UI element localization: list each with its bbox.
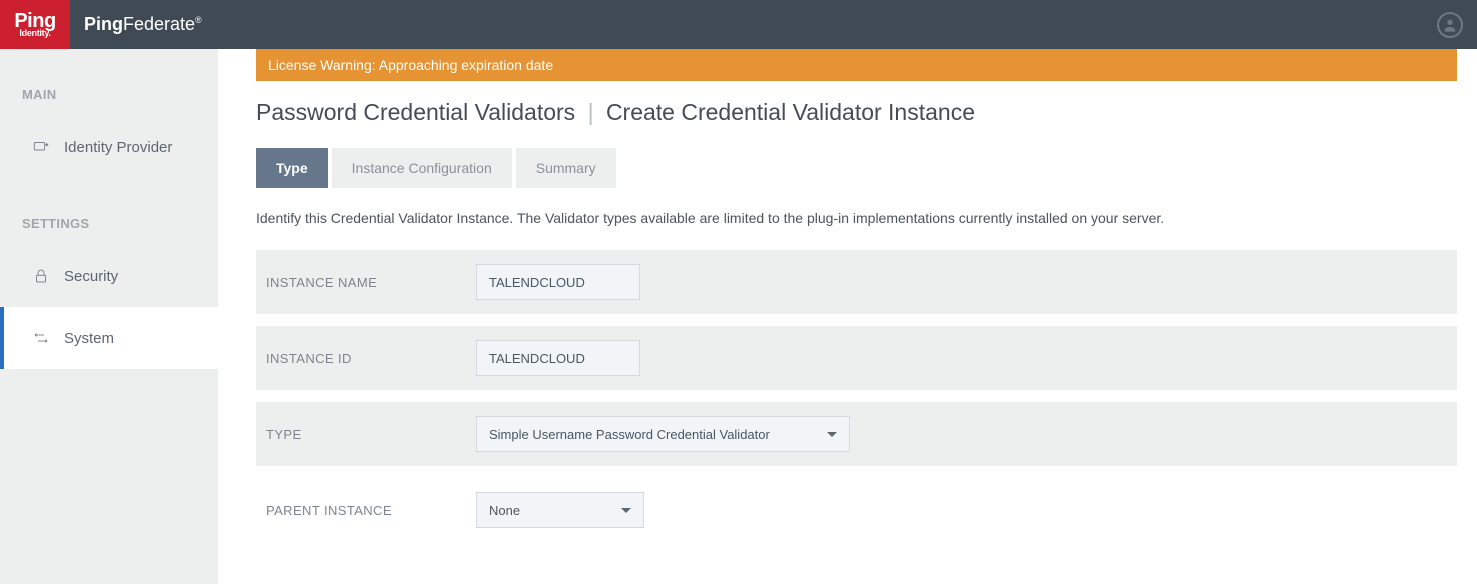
breadcrumb-separator: | [588,99,594,125]
user-avatar-icon[interactable] [1437,12,1463,38]
tab-type[interactable]: Type [256,148,328,188]
tab-description: Identify this Credential Validator Insta… [256,210,1457,226]
license-warning-bar: License Warning: Approaching expiration … [256,49,1457,81]
breadcrumb: Password Credential Validators | Create … [256,99,1457,126]
tab-summary[interactable]: Summary [516,148,616,188]
type-select-value: Simple Username Password Credential Vali… [489,427,770,442]
lock-icon [32,267,50,285]
sidebar-item-label: Identity Provider [64,139,172,156]
instance-name-label: INSTANCE NAME [266,275,476,290]
sidebar-item-label: Security [64,268,118,285]
chevron-down-icon [621,508,631,513]
product-name: PingFederate® [84,14,202,35]
main-content: License Warning: Approaching expiration … [218,49,1477,584]
parent-instance-select[interactable]: None [476,492,644,528]
identity-provider-icon [32,138,50,156]
row-instance-name: INSTANCE NAME [256,250,1457,314]
type-label: TYPE [266,427,476,442]
instance-id-input[interactable] [476,340,640,376]
sidebar: MAIN Identity Provider SETTINGS Security… [0,49,218,584]
sidebar-item-identity-provider[interactable]: Identity Provider [0,116,218,178]
section-main-label: MAIN [0,75,218,116]
section-settings-label: SETTINGS [0,204,218,245]
top-bar: Ping Identity. PingFederate® [0,0,1477,49]
sidebar-item-security[interactable]: Security [0,245,218,307]
row-parent-instance: PARENT INSTANCE None [256,478,1457,542]
system-icon [32,329,50,347]
tab-instance-configuration[interactable]: Instance Configuration [332,148,512,188]
breadcrumb-part-2: Create Credential Validator Instance [606,99,975,125]
instance-id-label: INSTANCE ID [266,351,476,366]
ping-logo[interactable]: Ping Identity. [0,0,70,49]
parent-instance-label: PARENT INSTANCE [266,503,476,518]
row-type: TYPE Simple Username Password Credential… [256,402,1457,466]
type-select[interactable]: Simple Username Password Credential Vali… [476,416,850,452]
tabs: Type Instance Configuration Summary [256,148,1457,188]
sidebar-item-label: System [64,330,114,347]
instance-name-input[interactable] [476,264,640,300]
chevron-down-icon [827,432,837,437]
breadcrumb-part-1[interactable]: Password Credential Validators [256,99,575,125]
logo-sub-text: Identity. [19,28,50,38]
parent-instance-value: None [489,503,520,518]
row-instance-id: INSTANCE ID [256,326,1457,390]
sidebar-item-system[interactable]: System [0,307,218,369]
